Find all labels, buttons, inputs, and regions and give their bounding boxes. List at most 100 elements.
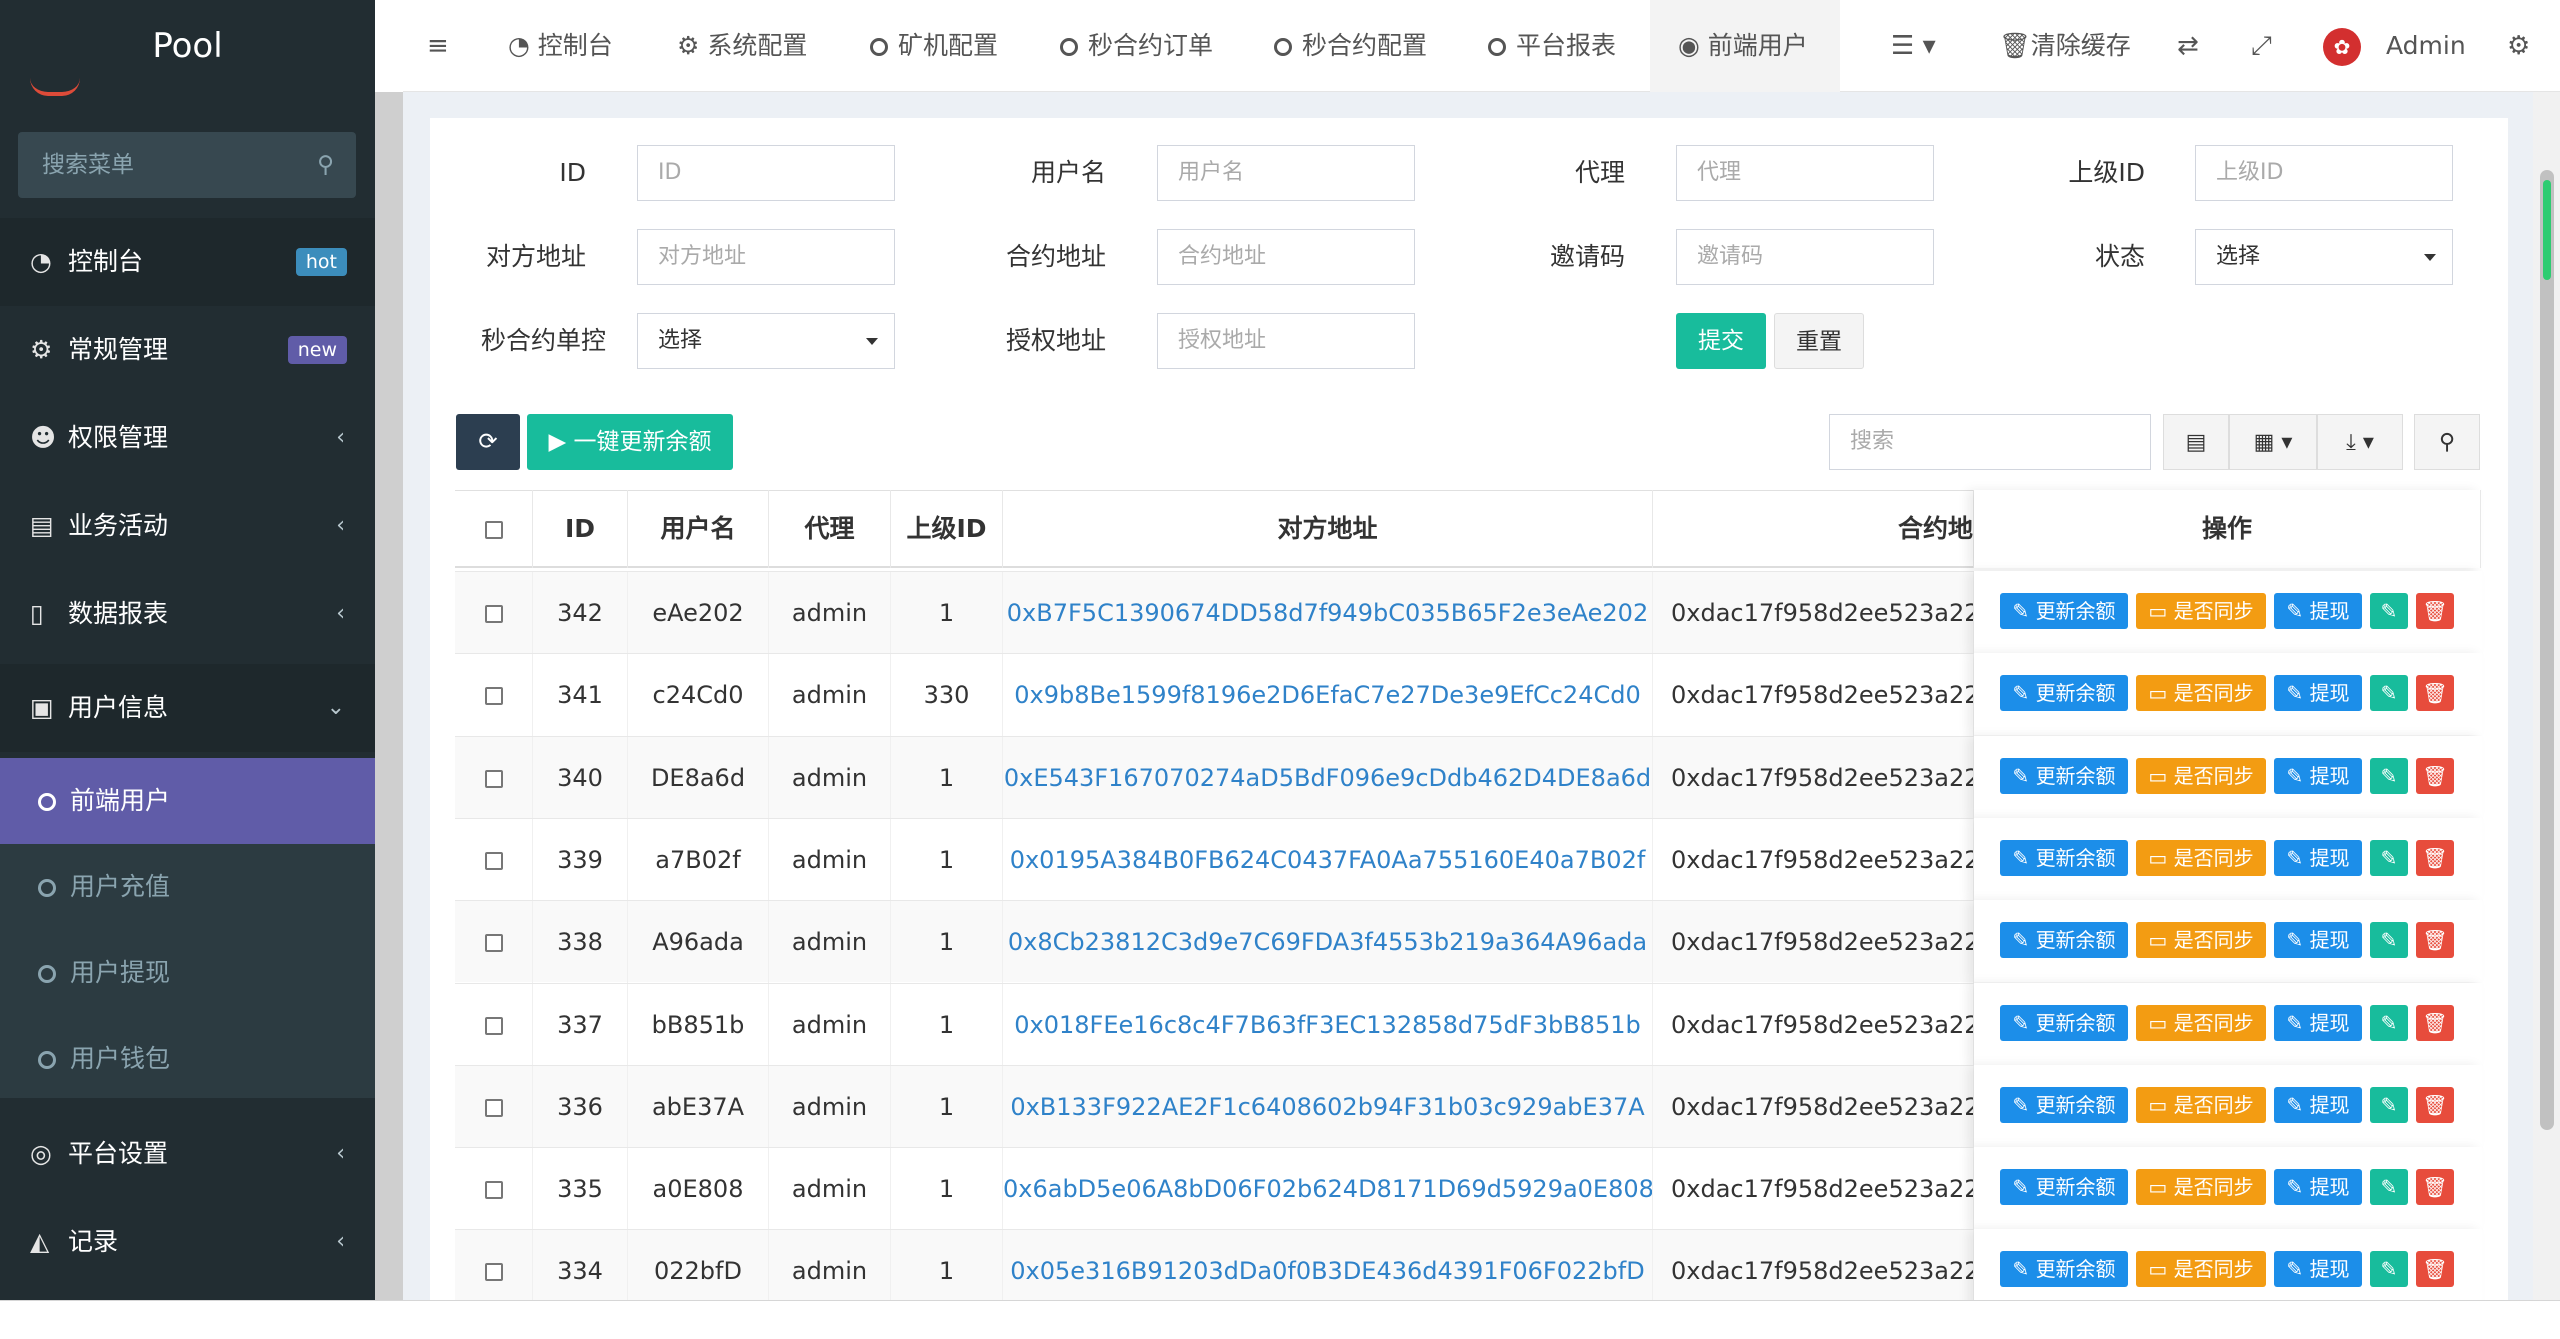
withdraw-button[interactable]: ✎ 提现 [2274,593,2362,629]
tab-second-contract-orders[interactable]: 秒合约订单 [1060,0,1213,92]
row-checkbox[interactable] [484,1016,503,1035]
header-peer-address[interactable]: 对方地址 [1003,490,1653,568]
sidebar-subitem-withdraw[interactable]: 用户提现 [0,930,375,1016]
withdraw-button[interactable]: ✎ 提现 [2274,839,2362,876]
gears-icon[interactable]: ⚙ [2507,0,2530,92]
sync-toggle-button[interactable]: ▭ 是否同步 [2136,1086,2266,1123]
update-balance-button[interactable]: ✎ 更新余额 [2000,593,2128,629]
edit-button[interactable]: ✎ [2370,593,2408,629]
sync-toggle-button[interactable]: ▭ 是否同步 [2136,1251,2266,1288]
update-balance-button[interactable]: ✎ 更新余额 [2000,922,2128,959]
search-toggle-button[interactable]: ⚲ [2414,414,2480,470]
sidebar-item-general[interactable]: ⚙ 常规管理 new [0,306,375,394]
delete-button[interactable]: 🗑 [2416,757,2454,794]
sync-toggle-button[interactable]: ▭ 是否同步 [2136,593,2266,629]
filter-second-contract-select[interactable]: 选择 [637,313,895,369]
update-balance-button[interactable]: ✎ 更新余额 [2000,675,2128,712]
scrollbar-thumb[interactable] [2540,170,2554,1130]
cell-peer[interactable]: 0xB7F5C1390674DD58d7f949bC035B65F2e3eAe2… [1003,572,1653,654]
cell-peer[interactable]: 0xE543F167070274aD5BdF096e9cDdb462D4DE8a… [1003,736,1653,819]
edit-button[interactable]: ✎ [2370,922,2408,959]
filter-peer-address-input[interactable]: 对方地址 [637,229,895,285]
filter-auth-address-input[interactable]: 授权地址 [1157,313,1415,369]
table-search-input[interactable]: 搜索 [1829,414,2151,470]
delete-button[interactable]: 🗑 [2416,1169,2454,1206]
cell-peer[interactable]: 0x8Cb23812C3d9e7C69FDA3f4553b219a364A96a… [1003,901,1653,984]
avatar[interactable]: ✿ [2323,28,2361,66]
withdraw-button[interactable]: ✎ 提现 [2274,1004,2362,1041]
withdraw-button[interactable]: ✎ 提现 [2274,757,2362,794]
hamburger-icon[interactable]: ≡ [427,0,449,92]
header-username[interactable]: 用户名 [628,490,769,568]
filter-invite-code-input[interactable]: 邀请码 [1676,229,1934,285]
sidebar-item-user-info[interactable]: ▣ 用户信息 ⌄ [0,664,375,752]
row-checkbox[interactable] [484,1263,503,1282]
filter-parent-id-input[interactable]: 上级ID [2195,145,2453,201]
header-parent-id[interactable]: 上级ID [891,490,1003,568]
delete-button[interactable]: 🗑 [2416,839,2454,876]
row-checkbox[interactable] [484,934,503,953]
toggle-view-button[interactable]: ▤ [2163,414,2229,470]
row-checkbox[interactable] [484,1098,503,1117]
edit-button[interactable]: ✎ [2370,1086,2408,1123]
delete-button[interactable]: 🗑 [2416,675,2454,712]
tab-system-config[interactable]: ⚙ 系统配置 [677,0,807,92]
tab-platform-report[interactable]: 平台报表 [1488,0,1616,92]
header-id[interactable]: ID [533,490,628,568]
sync-toggle-button[interactable]: ▭ 是否同步 [2136,922,2266,959]
row-checkbox[interactable] [484,769,503,788]
edit-button[interactable]: ✎ [2370,1169,2408,1206]
list-dropdown-icon[interactable]: ☰ ▾ [1891,0,1936,92]
header-contract-address[interactable]: 合约地 [1653,490,1974,568]
delete-button[interactable]: 🗑 [2416,593,2454,629]
withdraw-button[interactable]: ✎ 提现 [2274,922,2362,959]
select-all-checkbox[interactable] [484,521,503,539]
sidebar-item-permissions[interactable]: ☻ 权限管理 ‹ [0,394,375,482]
sync-toggle-button[interactable]: ▭ 是否同步 [2136,675,2266,712]
withdraw-button[interactable]: ✎ 提现 [2274,1086,2362,1123]
update-balance-button[interactable]: ✎ 更新余额 [2000,757,2128,794]
columns-button[interactable]: ▦ ▾ [2229,414,2317,470]
sidebar-item-platform-settings[interactable]: ◎ 平台设置 ‹ [0,1110,375,1198]
sidebar-item-dashboard[interactable]: ◔ 控制台 hot [0,218,375,306]
refresh-button[interactable]: ⟳ [456,414,520,470]
filter-username-input[interactable]: 用户名 [1157,145,1415,201]
row-checkbox[interactable] [484,605,503,623]
user-name[interactable]: Admin [2386,0,2466,92]
edit-button[interactable]: ✎ [2370,675,2408,712]
update-balance-button[interactable]: ✎ 更新余额 [2000,1251,2128,1288]
update-balance-button[interactable]: ✎ 更新余额 [2000,1004,2128,1041]
cell-peer[interactable]: 0x6abD5e06A8bD06F02b624D8171D69d5929a0E8… [1003,1148,1653,1231]
fullscreen-icon[interactable]: ⤢ [2251,0,2272,92]
sync-toggle-button[interactable]: ▭ 是否同步 [2136,1004,2266,1041]
tab-dashboard[interactable]: ◔ 控制台 [508,0,613,92]
edit-button[interactable]: ✎ [2370,839,2408,876]
clear-cache-button[interactable]: 🗑清除缓存 [1999,0,2131,92]
cell-peer[interactable]: 0xB133F922AE2F1c6408602b94F31b03c929abE3… [1003,1065,1653,1148]
filter-status-select[interactable]: 选择 [2195,229,2453,285]
submit-button[interactable]: 提交 [1676,313,1766,369]
sidebar-subitem-wallet[interactable]: 用户钱包 [0,1016,375,1102]
withdraw-button[interactable]: ✎ 提现 [2274,1251,2362,1288]
sync-toggle-button[interactable]: ▭ 是否同步 [2136,1169,2266,1206]
withdraw-button[interactable]: ✎ 提现 [2274,1169,2362,1206]
sync-toggle-button[interactable]: ▭ 是否同步 [2136,839,2266,876]
sidebar-item-records[interactable]: ◭ 记录 ‹ [0,1198,375,1286]
reset-button[interactable]: 重置 [1774,313,1864,369]
tab-frontend-users[interactable]: ◉ 前端用户 [1650,0,1840,92]
cell-peer[interactable]: 0x0195A384B0FB624C0437FA0Aa755160E40a7B0… [1003,818,1653,901]
update-balance-button[interactable]: ✎ 更新余额 [2000,1086,2128,1123]
delete-button[interactable]: 🗑 [2416,1086,2454,1123]
sidebar-item-business[interactable]: ▤ 业务活动 ‹ [0,482,375,570]
filter-agent-input[interactable]: 代理 [1676,145,1934,201]
update-all-balance-button[interactable]: ▶ 一键更新余额 [527,414,733,470]
cell-peer[interactable]: 0x9b8Be1599f8196e2D6EfaC7e27De3e9EfCc24C… [1003,654,1653,737]
update-balance-button[interactable]: ✎ 更新余额 [2000,1169,2128,1206]
edit-button[interactable]: ✎ [2370,1004,2408,1041]
sidebar-subitem-frontend-users[interactable]: 前端用户 [0,758,375,844]
tab-miner-config[interactable]: 矿机配置 [870,0,998,92]
filter-id-input[interactable]: ID [637,145,895,201]
edit-button[interactable]: ✎ [2370,1251,2408,1288]
delete-button[interactable]: 🗑 [2416,922,2454,959]
delete-button[interactable]: 🗑 [2416,1004,2454,1041]
